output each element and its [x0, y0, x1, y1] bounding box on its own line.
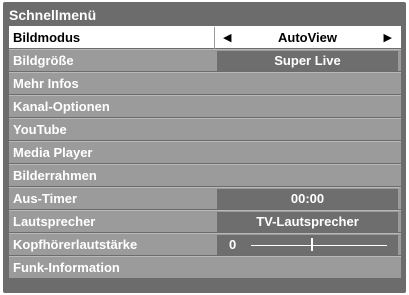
bildmodus-value: AutoView — [278, 30, 337, 45]
menu-item-aus-timer[interactable]: Aus-Timer 00:00 — [9, 187, 401, 209]
menu-item-label: Bildmodus — [13, 30, 81, 45]
menu-item-label: Bilderrahmen — [13, 168, 97, 183]
quick-menu: Schnellmenü Bildmodus ◀ AutoView ▶ Bildg… — [3, 2, 406, 293]
menu-item-youtube[interactable]: YouTube — [9, 118, 401, 140]
menu-item-label: Lautsprecher — [13, 214, 96, 229]
menu-item-label: YouTube — [13, 122, 67, 137]
slider-value: 0 — [229, 237, 237, 252]
menu-item-label: Aus-Timer — [13, 191, 78, 206]
menu-item-lautsprecher[interactable]: Lautsprecher TV-Lautsprecher — [9, 210, 401, 232]
menu-item-label: Bildgröße — [13, 53, 74, 68]
menu-item-kopfhoererlautstaerke[interactable]: Kopfhörerlautstärke 0 — [9, 233, 401, 255]
lautsprecher-value: TV-Lautsprecher — [217, 212, 398, 232]
bildgroesse-value: Super Live — [217, 51, 398, 71]
menu-item-mehr-infos[interactable]: Mehr Infos — [9, 72, 401, 94]
menu-item-label: Mehr Infos — [13, 76, 79, 91]
headphone-volume-slider[interactable]: 0 — [217, 235, 398, 255]
slider-track — [251, 245, 387, 246]
menu-title: Schnellmenü — [9, 7, 97, 23]
slider-thumb[interactable] — [311, 238, 314, 251]
menu-item-label: Funk-Information — [13, 260, 120, 275]
menu-item-bildmodus[interactable]: Bildmodus ◀ AutoView ▶ — [9, 26, 401, 49]
menu-item-label: Kanal-Optionen — [13, 99, 110, 114]
right-arrow-icon[interactable]: ▶ — [384, 28, 392, 48]
bildmodus-value-selector[interactable]: ◀ AutoView ▶ — [217, 28, 398, 48]
menu-item-kanal-optionen[interactable]: Kanal-Optionen — [9, 95, 401, 117]
menu-item-media-player[interactable]: Media Player — [9, 141, 401, 163]
aus-timer-value: 00:00 — [217, 189, 398, 209]
menu-item-label: Kopfhörerlautstärke — [13, 237, 138, 252]
menu-item-funk-information[interactable]: Funk-Information — [9, 256, 401, 278]
left-arrow-icon[interactable]: ◀ — [223, 28, 231, 48]
divider — [214, 27, 215, 49]
menu-item-label: Media Player — [13, 145, 93, 160]
menu-item-bildgroesse[interactable]: Bildgröße Super Live — [9, 49, 401, 71]
menu-item-bilderrahmen[interactable]: Bilderrahmen — [9, 164, 401, 186]
